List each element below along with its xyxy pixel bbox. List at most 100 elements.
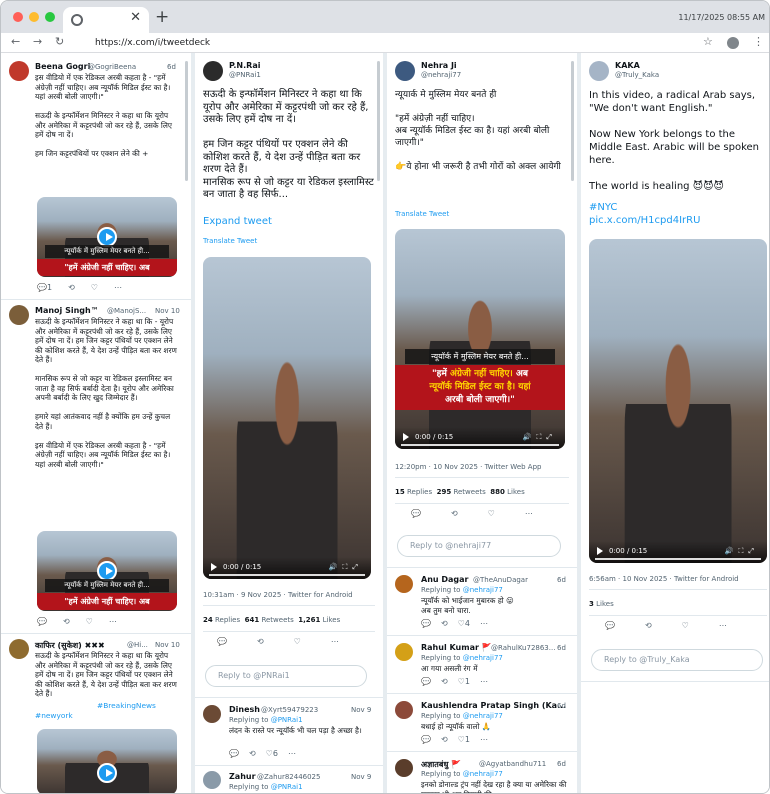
minimize-window-button[interactable] <box>29 12 39 22</box>
like-icon[interactable]: ♡ <box>86 617 93 626</box>
avatar[interactable] <box>395 759 413 777</box>
column-1[interactable]: Beena Gogri @GogriBeena 6d इस वीडियो में… <box>1 53 191 793</box>
author-name[interactable]: KAKA <box>615 61 640 70</box>
play-video-icon[interactable] <box>97 227 117 247</box>
tweet-media[interactable] <box>37 729 177 793</box>
author-name[interactable]: Manoj Singh™ <box>35 306 99 315</box>
reply-icon[interactable]: 💬 <box>229 749 239 758</box>
author-handle[interactable]: @TheAnuDagar <box>473 576 528 584</box>
reply-icon[interactable]: 💬 <box>605 621 615 630</box>
author-handle[interactable]: @Hi... <box>127 641 148 649</box>
avatar[interactable] <box>203 705 221 723</box>
avatar[interactable] <box>9 61 29 81</box>
author-name[interactable]: Beena Gogri <box>35 62 90 71</box>
play-icon[interactable] <box>403 433 409 441</box>
tweet-media[interactable]: न्यूयॉर्क में मुस्लिम मेयर बनते ही... "ह… <box>395 229 565 449</box>
reply-icon[interactable]: 💬 <box>421 677 431 686</box>
column-4[interactable]: KAKA @Truly_Kaka In this video, a radica… <box>581 53 769 793</box>
hashtag-link[interactable]: #NYC <box>589 202 617 213</box>
translate-link[interactable]: Translate Tweet <box>203 237 257 245</box>
tweet-media[interactable]: 0:00 / 0:15 🔊⛶⤢ <box>589 239 767 563</box>
column-3[interactable]: Nehra Ji @nehraji77 न्यूयार्क मे मुस्लिम… <box>387 53 577 793</box>
author-name[interactable]: Anu Dagar <box>421 575 468 584</box>
forward-icon[interactable]: → <box>33 35 42 48</box>
play-icon[interactable] <box>597 547 603 555</box>
like-icon[interactable]: ♡4 <box>458 619 470 628</box>
author-handle[interactable]: @ManojS... <box>107 307 146 315</box>
more-icon[interactable]: ⋯ <box>114 283 122 292</box>
tweet-time[interactable]: Nov 10 <box>155 307 180 315</box>
retweet-icon[interactable]: ⟲ <box>249 749 256 758</box>
avatar[interactable] <box>395 643 413 661</box>
avatar[interactable] <box>395 575 413 593</box>
menu-kebab-icon[interactable]: ⋮ <box>753 35 764 48</box>
tweet-media[interactable]: 0:00 / 0:15 🔊⛶⤢ <box>203 257 371 579</box>
author-name[interactable]: Zahur <box>229 772 256 781</box>
like-icon[interactable]: ♡ <box>91 283 98 292</box>
retweet-icon[interactable]: ⟲ <box>451 509 458 518</box>
like-icon[interactable]: ♡ <box>682 621 689 630</box>
video-control-icons[interactable]: 🔊⛶⤢ <box>523 433 557 442</box>
hashtag-link[interactable]: #BreakingNews <box>97 701 156 710</box>
reply-icon[interactable]: 💬1 <box>37 283 52 292</box>
video-controls[interactable]: 0:00 / 0:15 🔊⛶⤢ <box>203 557 371 579</box>
close-tab-icon[interactable]: ✕ <box>130 10 141 25</box>
like-icon[interactable]: ♡6 <box>266 749 278 758</box>
like-icon[interactable]: ♡ <box>488 509 495 518</box>
more-icon[interactable]: ⋯ <box>480 735 488 744</box>
hashtag-link[interactable]: #newyork <box>35 711 73 720</box>
tweet-time[interactable]: 6d <box>557 702 566 710</box>
author-name[interactable]: अज्ञातबंधु 🚩 <box>421 759 461 770</box>
address-bar[interactable]: https://x.com/i/tweetdeck <box>87 35 715 51</box>
like-icon[interactable]: ♡1 <box>458 735 470 744</box>
reply-input[interactable]: Reply to @nehraji77 <box>397 535 561 557</box>
scrollbar[interactable] <box>185 61 188 181</box>
play-icon[interactable] <box>211 563 217 571</box>
tweet-time[interactable]: Nov 9 <box>351 706 371 714</box>
more-icon[interactable]: ⋯ <box>480 619 488 628</box>
video-controls[interactable]: 0:00 / 0:15 🔊⛶⤢ <box>395 427 565 449</box>
scrollbar[interactable] <box>571 61 574 181</box>
avatar[interactable] <box>395 61 415 81</box>
video-control-icons[interactable]: 🔊⛶⤢ <box>725 547 759 556</box>
back-icon[interactable]: ← <box>11 35 20 48</box>
new-tab-icon[interactable]: + <box>155 7 169 27</box>
tweet-time[interactable]: Nov 10 <box>155 641 180 649</box>
reply-input[interactable]: Reply to @PNRai1 <box>205 665 367 687</box>
tweet-time[interactable]: 6d <box>167 63 176 71</box>
author-name[interactable]: P.N.Rai <box>229 61 260 70</box>
video-control-icons[interactable]: 🔊⛶⤢ <box>329 563 363 572</box>
tweet-time[interactable]: 6d <box>557 644 566 652</box>
play-video-icon[interactable] <box>97 561 117 581</box>
tweet-time[interactable]: 6d <box>557 760 566 768</box>
expand-tweet-link[interactable]: Expand tweet <box>203 216 272 227</box>
video-controls[interactable]: 0:00 / 0:15 🔊⛶⤢ <box>589 541 767 563</box>
scrollbar[interactable] <box>377 61 380 181</box>
tweet-time[interactable]: 6d <box>557 576 566 584</box>
author-handle[interactable]: @PNRai1 <box>229 71 261 79</box>
author-name[interactable]: Nehra Ji <box>421 61 457 70</box>
author-handle[interactable]: @nehraji77 <box>421 71 461 79</box>
more-icon[interactable]: ⋯ <box>331 637 339 646</box>
tweet-time[interactable]: Nov 9 <box>351 773 371 781</box>
play-video-icon[interactable] <box>97 762 117 783</box>
retweet-icon[interactable]: ⟲ <box>441 619 448 628</box>
author-name[interactable]: Dinesh <box>229 705 260 714</box>
reply-icon[interactable]: 💬 <box>217 637 227 646</box>
avatar[interactable] <box>9 639 29 659</box>
reply-icon[interactable]: 💬 <box>37 617 47 626</box>
author-handle[interactable]: @Zahur82446025 <box>257 773 320 781</box>
avatar[interactable] <box>203 61 223 81</box>
video-progress-bar[interactable] <box>401 444 559 446</box>
author-handle[interactable]: @Agyatbandhu711 <box>479 760 546 768</box>
like-icon[interactable]: ♡ <box>294 637 301 646</box>
media-link[interactable]: pic.x.com/H1cpd4IrRU <box>589 215 700 226</box>
translate-link[interactable]: Translate Tweet <box>395 210 449 218</box>
retweet-icon[interactable]: ⟲ <box>257 637 264 646</box>
avatar[interactable] <box>395 701 413 719</box>
author-handle[interactable]: @RahulKu72863... <box>491 644 555 652</box>
browser-tab[interactable]: ✕ <box>63 7 149 33</box>
reply-icon[interactable]: 💬 <box>421 735 431 744</box>
author-handle[interactable]: @Xyrt59479223 <box>261 706 318 714</box>
retweet-icon[interactable]: ⟲ <box>68 283 75 292</box>
